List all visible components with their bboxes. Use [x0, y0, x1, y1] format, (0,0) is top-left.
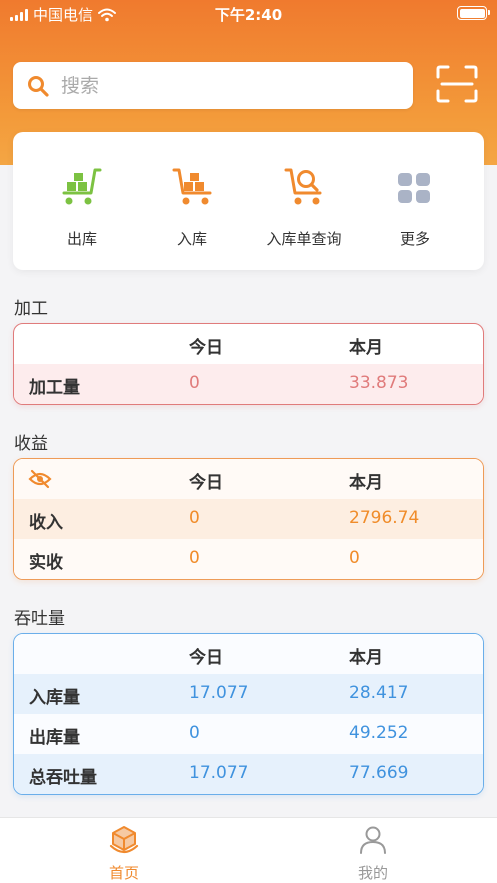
- user-icon: [360, 826, 386, 854]
- eye-hidden-icon[interactable]: [28, 468, 52, 490]
- table-row: 收入 0 2796.74: [14, 499, 483, 539]
- row-label: 加工量: [29, 378, 80, 398]
- quick-action-more[interactable]: 更多: [360, 132, 470, 270]
- table-row: 总吞吐量 17.077 77.669: [14, 754, 483, 794]
- scan-icon[interactable]: [436, 65, 478, 103]
- row-today-value: 0: [189, 723, 200, 743]
- row-label: 收入: [29, 513, 63, 533]
- table-row: 实收 0 0: [14, 539, 483, 579]
- tab-bar: 首页 我的: [0, 817, 497, 883]
- quick-action-inbound[interactable]: 入库: [137, 132, 247, 270]
- processing-card: 今日 本月 加工量 0 33.873: [13, 323, 484, 405]
- row-month-value: 77.669: [349, 763, 409, 783]
- row-label: 实收: [29, 553, 63, 573]
- header-month: 本月: [349, 473, 383, 493]
- home-cube-icon: [109, 826, 139, 854]
- cart-boxes-orange-icon: [172, 168, 212, 205]
- table-row: 出库量 0 49.252: [14, 714, 483, 754]
- quick-action-label: 入库: [176, 230, 207, 248]
- row-label: 出库量: [29, 728, 80, 748]
- cart-boxes-green-icon: [62, 168, 102, 205]
- search-input[interactable]: [61, 74, 381, 97]
- row-label: 入库量: [29, 688, 80, 708]
- header-month: 本月: [349, 648, 383, 668]
- row-today-value: 0: [189, 548, 200, 568]
- tab-label: 我的: [357, 864, 388, 882]
- row-today-value: 17.077: [189, 763, 249, 783]
- quick-action-label: 入库单查询: [266, 230, 342, 248]
- row-month-value: 28.417: [349, 683, 409, 703]
- row-month-value: 49.252: [349, 723, 409, 743]
- battery-icon: [457, 6, 490, 20]
- search-bar[interactable]: [13, 62, 413, 109]
- quick-action-outbound[interactable]: 出库: [27, 132, 137, 270]
- table-row: 入库量 17.077 28.417: [14, 674, 483, 714]
- income-card: 今日 本月 收入 0 2796.74 实收 0 0: [13, 458, 484, 580]
- table-header-row: 今日 本月: [14, 634, 483, 674]
- row-month-value: 2796.74: [349, 508, 420, 528]
- header-today: 今日: [189, 338, 223, 358]
- quick-action-label: 出库: [66, 230, 97, 248]
- section-title-throughput: 吞吐量: [14, 609, 65, 629]
- quick-action-inbound-query[interactable]: 入库单查询: [249, 132, 359, 270]
- section-title-income: 收益: [14, 434, 48, 454]
- grid-more-icon: [398, 173, 430, 203]
- quick-action-label: 更多: [399, 230, 430, 248]
- status-bar: 中国电信 下午2:40: [0, 0, 497, 28]
- row-today-value: 0: [189, 373, 200, 393]
- header-today: 今日: [189, 648, 223, 668]
- header-month: 本月: [349, 338, 383, 358]
- table-header-row: 今日 本月: [14, 324, 483, 364]
- tab-mine[interactable]: 我的: [313, 818, 433, 883]
- status-time: 下午2:40: [214, 6, 283, 24]
- row-today-value: 0: [189, 508, 200, 528]
- row-month-value: 0: [349, 548, 360, 568]
- row-today-value: 17.077: [189, 683, 249, 703]
- table-row: 加工量 0 33.873: [14, 364, 483, 404]
- table-header-row: 今日 本月: [14, 459, 483, 499]
- quick-actions-panel: 出库 入库 入库单查询 更多: [13, 132, 484, 270]
- search-icon: [28, 75, 49, 97]
- tab-label: 首页: [108, 864, 139, 882]
- row-label: 总吞吐量: [29, 768, 97, 788]
- tab-home[interactable]: 首页: [64, 818, 184, 883]
- row-month-value: 33.873: [349, 373, 409, 393]
- section-title-processing: 加工: [14, 299, 48, 319]
- cart-search-icon: [284, 168, 322, 205]
- header-today: 今日: [189, 473, 223, 493]
- throughput-card: 今日 本月 入库量 17.077 28.417 出库量 0 49.252 总吞吐…: [13, 633, 484, 795]
